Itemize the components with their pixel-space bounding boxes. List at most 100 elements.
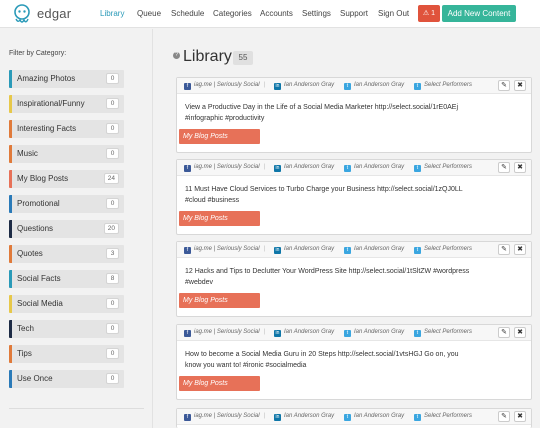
category-filter-amazing-photos[interactable]: Amazing Photos 0 [9, 70, 124, 88]
delete-close-icon[interactable]: ✖ [514, 80, 526, 91]
post-category-tag[interactable]: My Blog Posts [179, 211, 260, 226]
account-twitter: t Ian Anderson Gray [344, 246, 404, 254]
category-name: Inspirational/Funny [17, 99, 85, 108]
edit-pencil-icon[interactable]: ✎ [498, 411, 510, 422]
linkedin-icon: in [274, 330, 281, 337]
top-navbar: edgar Library Queue Schedule Categories … [0, 0, 540, 28]
category-filter-quotes[interactable]: Quotes 3 [9, 245, 124, 263]
category-name: Social Media [17, 299, 63, 308]
category-name: Use Once [17, 374, 53, 383]
card-accounts-bar: f iag.me | Seriously Social | in Ian Anders… [177, 325, 531, 341]
edit-pencil-icon[interactable]: ✎ [498, 327, 510, 338]
edit-pencil-icon[interactable]: ✎ [498, 162, 510, 173]
linkedin-icon: in [274, 83, 281, 90]
post-category-tag[interactable]: My Blog Posts [179, 129, 260, 144]
twitter-icon: t [344, 83, 351, 90]
account-twitter: t Ian Anderson Gray [344, 413, 404, 421]
category-filter-social-media[interactable]: Social Media 0 [9, 295, 124, 313]
edgar-octopus-logo-icon[interactable] [12, 4, 32, 24]
category-count: 0 [106, 348, 119, 359]
category-name: Music [17, 149, 38, 158]
category-name: Questions [17, 224, 54, 233]
post-text: How to become a Social Media Guru in 20 … [185, 351, 459, 369]
content-card: f iag.me | Seriously Social | in Ian Anders… [176, 324, 532, 400]
nav-signout[interactable]: Sign Out [378, 9, 409, 18]
edit-pencil-icon[interactable]: ✎ [498, 80, 510, 91]
alerts-count: 1 [431, 10, 436, 17]
category-name: Amazing Photos [17, 74, 76, 83]
category-count: 24 [103, 173, 119, 184]
category-count: 3 [106, 248, 119, 259]
logo-text[interactable]: edgar [37, 6, 71, 21]
category-name: Social Facts [17, 274, 61, 283]
account-linkedin: in Ian Anderson Gray [274, 246, 335, 254]
post-text: 11 Must Have Cloud Services to Turbo Cha… [185, 186, 463, 204]
category-filter-inspirational-funny[interactable]: Inspirational/Funny 0 [9, 95, 124, 113]
category-count: 0 [106, 298, 119, 309]
twitter-icon: t [344, 330, 351, 337]
twitter-icon: t [344, 165, 351, 172]
card-accounts-bar: f iag.me | Seriously Social | in Ian Anders… [177, 409, 531, 425]
nav-support[interactable]: Support [340, 9, 368, 18]
category-count: 8 [106, 273, 119, 284]
sidebar: Filter by Category: Amazing Photos 0 Ins… [0, 29, 153, 428]
nav-queue[interactable]: Queue [137, 9, 161, 18]
category-name: Promotional [17, 199, 60, 208]
delete-close-icon[interactable]: ✖ [514, 162, 526, 173]
delete-close-icon[interactable]: ✖ [514, 327, 526, 338]
account-facebook-page: f iag.me | Seriously Social | [184, 164, 265, 172]
category-filter-my-blog-posts[interactable]: My Blog Posts 24 [9, 170, 124, 188]
help-icon[interactable]: ? [173, 52, 180, 59]
category-name: Tech [17, 324, 34, 333]
content-card: f iag.me | Seriously Social | in Ian Anders… [176, 408, 532, 428]
account-twitter-select-performers: t Select Performers [414, 82, 472, 90]
category-filter-tech[interactable]: Tech 0 [9, 320, 124, 338]
card-accounts-bar: f iag.me | Seriously Social | in Ian Anders… [177, 78, 531, 94]
category-count: 0 [106, 198, 119, 209]
post-category-tag[interactable]: My Blog Posts [179, 376, 260, 391]
category-filter-interesting-facts[interactable]: Interesting Facts 0 [9, 120, 124, 138]
account-linkedin: in Ian Anderson Gray [274, 413, 335, 421]
post-text: 12 Hacks and Tips to Declutter Your Word… [185, 268, 470, 286]
account-facebook-page: f iag.me | Seriously Social | [184, 82, 265, 90]
facebook-icon: f [184, 247, 191, 254]
delete-close-icon[interactable]: ✖ [514, 411, 526, 422]
edit-pencil-icon[interactable]: ✎ [498, 244, 510, 255]
account-twitter: t Ian Anderson Gray [344, 164, 404, 172]
category-count: 0 [106, 323, 119, 334]
twitter-icon: t [414, 83, 421, 90]
post-category-tag[interactable]: My Blog Posts [179, 293, 260, 308]
twitter-icon: t [414, 247, 421, 254]
account-twitter-select-performers: t Select Performers [414, 329, 472, 337]
category-filter-questions[interactable]: Questions 20 [9, 220, 124, 238]
category-count: 0 [106, 148, 119, 159]
account-twitter-select-performers: t Select Performers [414, 164, 472, 172]
account-linkedin: in Ian Anderson Gray [274, 82, 335, 90]
card-accounts-bar: f iag.me | Seriously Social | in Ian Anders… [177, 160, 531, 176]
nav-categories[interactable]: Categories [213, 9, 252, 18]
card-accounts-bar: f iag.me | Seriously Social | in Ian Anders… [177, 242, 531, 258]
content-card: f iag.me | Seriously Social | in Ian Anders… [176, 159, 532, 235]
category-filter-social-facts[interactable]: Social Facts 8 [9, 270, 124, 288]
account-linkedin: in Ian Anderson Gray [274, 164, 335, 172]
facebook-icon: f [184, 165, 191, 172]
category-filter-promotional[interactable]: Promotional 0 [9, 195, 124, 213]
delete-close-icon[interactable]: ✖ [514, 244, 526, 255]
category-count: 0 [106, 123, 119, 134]
add-new-content-button[interactable]: Add New Content [442, 5, 516, 22]
category-count: 0 [106, 373, 119, 384]
nav-library[interactable]: Library [100, 9, 124, 18]
twitter-icon: t [344, 414, 351, 421]
twitter-icon: t [414, 165, 421, 172]
alerts-button[interactable]: ⚠ 1 [418, 5, 440, 22]
linkedin-icon: in [274, 247, 281, 254]
category-filter-tips[interactable]: Tips 0 [9, 345, 124, 363]
nav-accounts[interactable]: Accounts [260, 9, 293, 18]
content-card: f iag.me | Seriously Social | in Ian Anders… [176, 241, 532, 317]
account-linkedin: in Ian Anderson Gray [274, 329, 335, 337]
category-filter-music[interactable]: Music 0 [9, 145, 124, 163]
category-count: 0 [106, 73, 119, 84]
nav-settings[interactable]: Settings [302, 9, 331, 18]
category-filter-use-once[interactable]: Use Once 0 [9, 370, 124, 388]
nav-schedule[interactable]: Schedule [171, 9, 204, 18]
